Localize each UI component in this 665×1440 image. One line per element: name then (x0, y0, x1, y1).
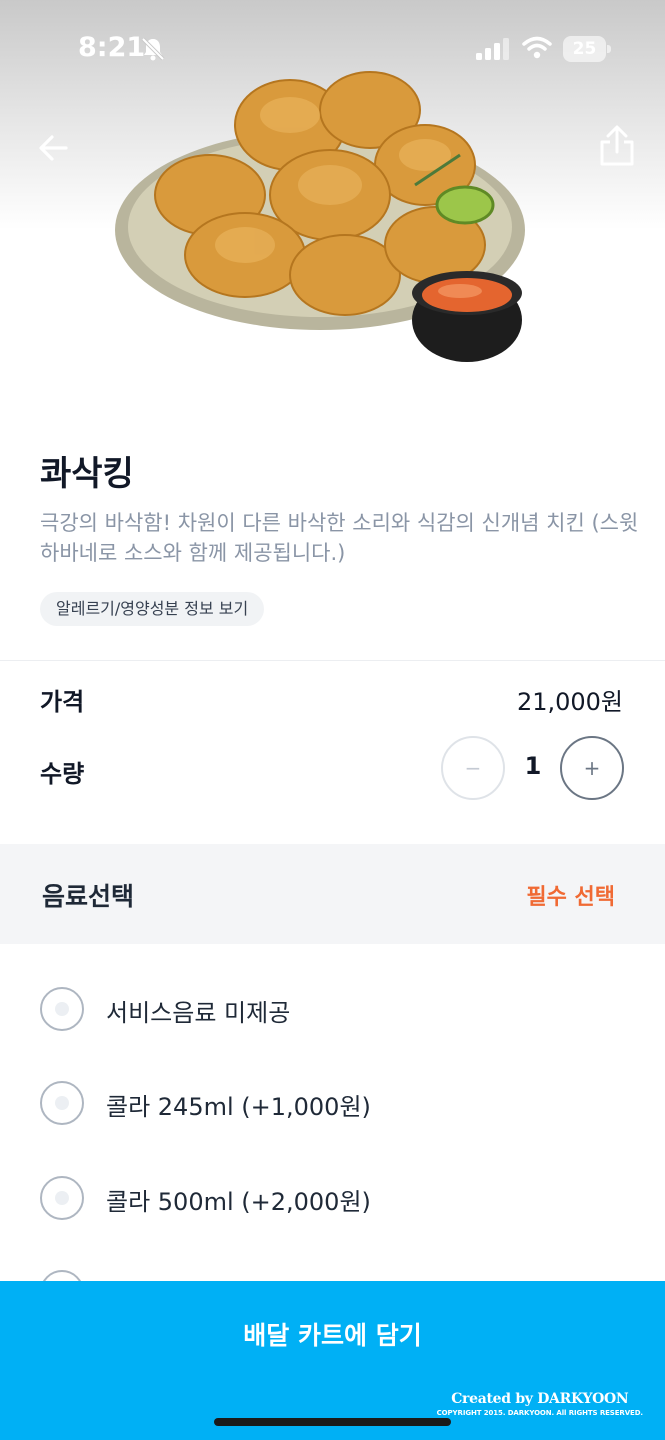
add-to-cart-button[interactable]: 배달 카트에 담기 Created by DARKYOON COPYRIGHT … (0, 1281, 665, 1440)
battery-indicator: 25 (563, 36, 611, 62)
status-bar: 8:21 25 (0, 0, 665, 100)
drink-option-item[interactable]: 서비스음료 미제공 (40, 987, 600, 1035)
drink-option-label: 콜라 245ml (+1,000원) (106, 1093, 371, 1121)
product-description: 극강의 바삭함! 차원이 다른 바삭한 소리와 식감의 신개념 치킨 (스윗 하… (40, 511, 639, 565)
radio-button[interactable] (40, 1176, 84, 1220)
drink-option-label: 서비스음료 미제공 (106, 999, 291, 1027)
bell-slash-icon (141, 37, 165, 61)
divider (0, 660, 665, 661)
add-to-cart-label: 배달 카트에 담기 (243, 1321, 422, 1350)
signal-icon (476, 38, 509, 60)
radio-button[interactable] (40, 1081, 84, 1125)
battery-tip (607, 45, 611, 53)
quantity-decrease-button[interactable]: − (441, 736, 505, 800)
wifi-icon (522, 36, 552, 59)
allergy-info-button[interactable]: 알레르기/영양성분 정보 보기 (40, 592, 265, 626)
watermark-credit: Created by DARKYOON COPYRIGHT 2015. DARK… (437, 1391, 643, 1417)
share-icon[interactable] (596, 124, 638, 168)
product-image (115, 71, 525, 362)
status-time: 8:21 (78, 32, 146, 63)
credit-main: Created by DARKYOON (451, 1391, 629, 1407)
drink-option-title: 음료선택 (42, 882, 135, 911)
radio-button[interactable] (40, 987, 84, 1031)
quantity-increase-button[interactable]: + (560, 736, 624, 800)
battery-level: 25 (563, 36, 606, 62)
minus-icon: − (464, 756, 482, 780)
home-indicator[interactable] (214, 1418, 451, 1426)
drink-option-header: 음료선택 필수 선택 (0, 844, 665, 944)
quantity-value: 1 (524, 752, 542, 780)
drink-option-item[interactable]: 콜라 500ml (+2,000원) (40, 1176, 600, 1224)
required-badge: 필수 선택 (526, 885, 615, 910)
price-value: 21,000원 (516, 688, 623, 716)
quantity-label: 수량 (40, 760, 85, 788)
drink-option-label: 콜라 500ml (+2,000원) (106, 1188, 371, 1216)
arrow-left-icon[interactable] (36, 128, 76, 168)
drink-option-item[interactable]: 콜라 245ml (+1,000원) (40, 1081, 600, 1129)
credit-sub: COPYRIGHT 2015. DARKYOON. All RIGHTS RES… (436, 1409, 643, 1417)
plus-icon: + (583, 756, 601, 780)
price-label: 가격 (40, 688, 85, 716)
product-name: 콰삭킹 (40, 454, 134, 494)
